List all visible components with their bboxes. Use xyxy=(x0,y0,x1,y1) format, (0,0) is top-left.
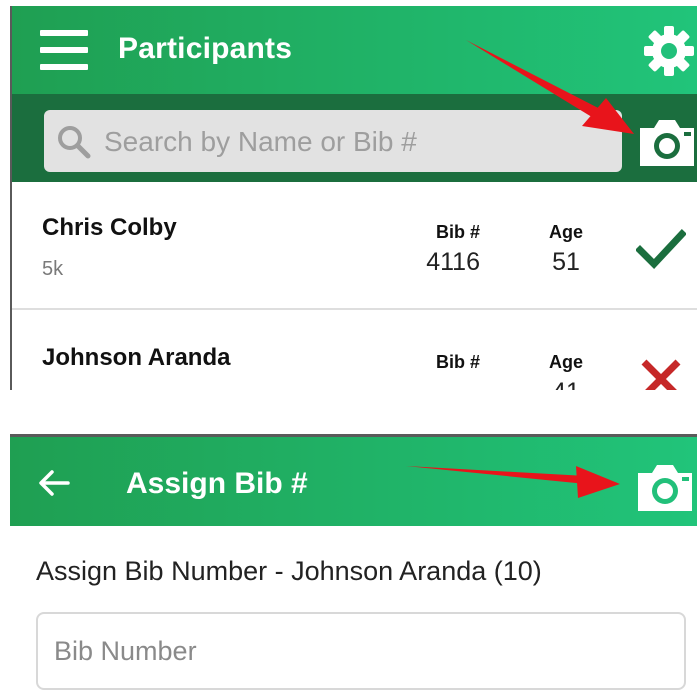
bib-number-input[interactable] xyxy=(36,612,686,690)
back-arrow-icon[interactable] xyxy=(38,469,70,497)
checkmark-icon xyxy=(636,229,686,270)
age-value: 41 xyxy=(536,378,596,390)
assign-bib-label: Assign Bib Number - Johnson Aranda (10) xyxy=(36,556,542,586)
age-value: 51 xyxy=(552,248,580,276)
page-title: Participants xyxy=(118,32,293,65)
participant-event: 5k xyxy=(42,258,64,280)
screen-divider xyxy=(10,390,697,434)
bib-value: 4116 xyxy=(426,248,480,276)
camera-icon[interactable] xyxy=(636,116,697,168)
participants-screen: Participants Search by Name or Bib # Chr… xyxy=(10,6,697,390)
participant-name: Chris Colby xyxy=(42,214,177,241)
search-placeholder: Search by Name or Bib # xyxy=(104,126,417,157)
participants-app-bar: Participants xyxy=(12,6,697,94)
assign-bib-app-bar: Assign Bib # xyxy=(10,434,697,526)
search-icon xyxy=(58,126,91,159)
participant-row[interactable]: Johnson Aranda 10 Bib # Age 41 xyxy=(12,312,697,390)
participant-name: Johnson Aranda xyxy=(42,344,231,371)
participant-row[interactable]: Chris Colby 5k Bib # 4116 Age 51 xyxy=(12,182,697,310)
search-bar: Search by Name or Bib # xyxy=(12,94,697,182)
search-input[interactable]: Search by Name or Bib # xyxy=(44,110,622,172)
page-title: Assign Bib # xyxy=(126,467,308,500)
gear-icon[interactable] xyxy=(642,24,696,78)
bib-header: Bib # xyxy=(435,352,480,372)
age-header: Age xyxy=(548,222,583,242)
cross-icon xyxy=(641,359,681,390)
bib-header: Bib # xyxy=(435,222,480,242)
assign-bib-screen: Assign Bib # Assign Bib Number - Johnson… xyxy=(10,434,697,690)
age-header: Age xyxy=(548,352,583,372)
camera-icon[interactable] xyxy=(634,461,696,513)
hamburger-menu-icon[interactable] xyxy=(40,30,88,70)
